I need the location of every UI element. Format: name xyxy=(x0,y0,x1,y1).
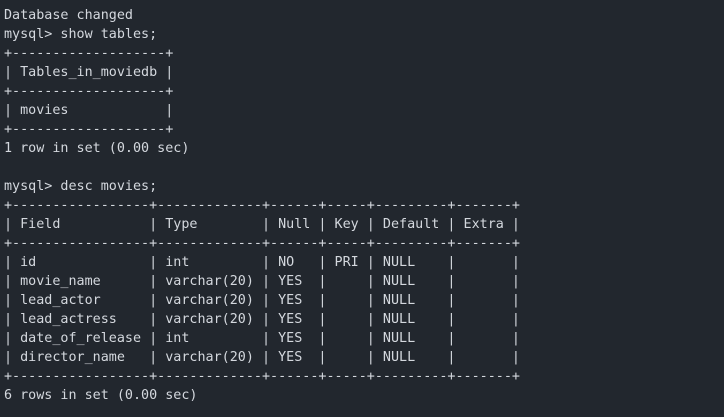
table-border: +-------------------+ xyxy=(4,46,174,61)
terminal-window[interactable]: Database changed mysql> show tables; +--… xyxy=(0,0,724,417)
table-row: | id | int | NO | PRI | NULL | | xyxy=(4,255,520,270)
table-header-row: | Field | Type | Null | Key | Default | … xyxy=(4,217,520,232)
table-row: | lead_actor | varchar(20) | YES | | NUL… xyxy=(4,293,520,308)
table-row: | movie_name | varchar(20) | YES | | NUL… xyxy=(4,274,520,289)
table-row: | date_of_release | int | YES | | NULL |… xyxy=(4,331,520,346)
table-border: +-----------------+-------------+------+… xyxy=(4,198,520,213)
table-border: +-------------------+ xyxy=(4,84,174,99)
table-border: +-----------------+-------------+------+… xyxy=(4,236,520,251)
status-message: Database changed xyxy=(4,8,133,23)
table-border: +-------------------+ xyxy=(4,122,174,137)
command-line-show-tables: mysql> show tables; xyxy=(4,27,158,42)
table-row: | lead_actress | varchar(20) | YES | | N… xyxy=(4,312,520,327)
table-border: +-----------------+-------------+------+… xyxy=(4,369,520,384)
table-row: | director_name | varchar(20) | YES | | … xyxy=(4,350,520,365)
table-row: | movies | xyxy=(4,103,174,118)
result-summary: 6 rows in set (0.00 sec) xyxy=(4,388,198,403)
result-summary: 1 row in set (0.00 sec) xyxy=(4,141,190,156)
command-line-desc-movies: mysql> desc movies; xyxy=(4,179,158,194)
table-header-row: | Tables_in_moviedb | xyxy=(4,65,174,80)
